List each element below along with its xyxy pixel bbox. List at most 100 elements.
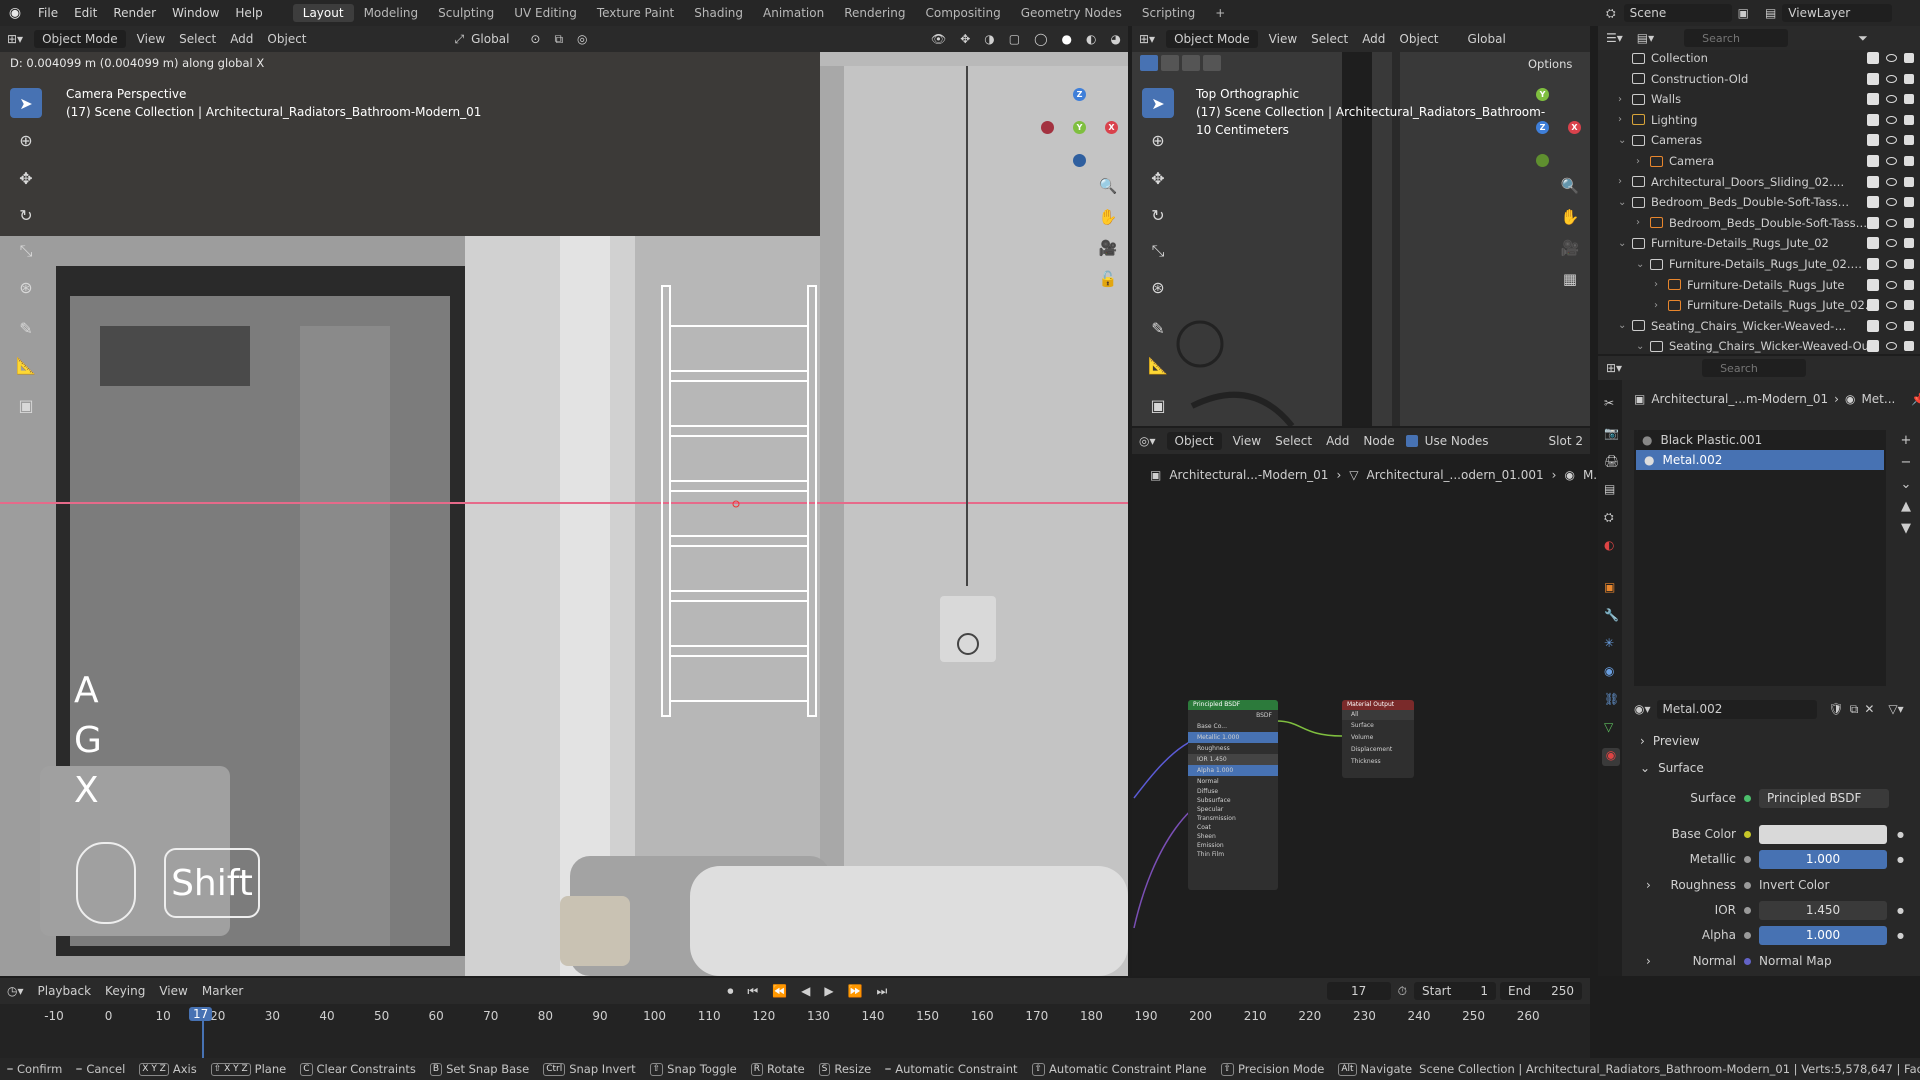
outliner-item[interactable]: › Architectural_Doors_Sliding_02.001 [1610,172,1920,192]
view-layer-tab-icon[interactable]: ▤ [1604,482,1615,496]
mode-selector[interactable]: Object Mode [34,30,126,48]
exclude-checkbox[interactable] [1867,237,1879,250]
tab-scripting[interactable]: Scripting [1132,4,1205,22]
move-tool-icon[interactable]: ✥ [10,163,42,193]
eye-icon[interactable] [1886,157,1897,165]
menu-render[interactable]: Render [105,6,164,20]
exclude-checkbox[interactable] [1867,258,1879,270]
constraints-tab-icon[interactable]: ⛓ [1604,692,1619,706]
menu-file[interactable]: File [30,6,66,20]
bsdf-row[interactable]: Subsurface [1188,796,1278,805]
render-camera-icon[interactable] [1904,259,1914,269]
pin-icon[interactable]: 📌 [1911,392,1920,406]
menu-object-right[interactable]: Object [1392,32,1445,46]
render-camera-icon[interactable] [1904,135,1914,146]
menu-window[interactable]: Window [164,6,227,20]
base-color-swatch[interactable] [1759,824,1887,844]
render-camera-icon[interactable] [1904,300,1914,311]
outliner-item[interactable]: › Camera [1610,151,1920,171]
render-camera-icon[interactable] [1904,156,1914,166]
scale-tool-icon[interactable]: ⤡ [10,236,42,266]
scene-tab-icon[interactable]: ⛭ [1604,510,1614,525]
camera-right-icon[interactable]: 🎥 [1556,234,1584,262]
transform-tool-icon[interactable]: ⊛ [10,272,42,302]
snap-icon[interactable]: ⧉ [547,32,570,47]
move-slot-down-icon[interactable]: ▼ [1896,518,1916,540]
bsdf-row[interactable]: Thin Film [1188,850,1278,859]
exclude-checkbox[interactable] [1867,175,1879,188]
normal-link-field[interactable]: Normal Map [1759,954,1832,968]
timeline-view-menu[interactable]: View [152,984,194,998]
add-cube-tool-right-icon[interactable]: ▣ [1142,390,1174,420]
select-tool-right-icon[interactable]: ➤ [1142,88,1174,118]
keyframe-dot-icon[interactable]: ● [1897,906,1904,915]
outliner-item[interactable]: Collection [1610,48,1920,68]
bsdf-row[interactable]: IOR 1.450 [1188,754,1278,765]
expand-arrow-icon[interactable]: ⌄ [1636,259,1650,270]
eye-icon[interactable] [1886,280,1897,289]
expand-arrow-icon[interactable]: › [1618,176,1632,187]
material-tab-icon[interactable]: ◉ [1602,748,1620,766]
measure-tool-icon[interactable]: 📐 [10,350,42,380]
menu-select[interactable]: Select [172,32,223,46]
outliner-item[interactable]: › Walls [1610,89,1920,109]
scene-selector[interactable]: Scene [1623,4,1732,22]
render-camera-icon[interactable] [1904,341,1914,352]
measure-tool-right-icon[interactable]: 📐 [1142,350,1174,380]
tab-geometry-nodes[interactable]: Geometry Nodes [1011,4,1132,22]
particles-tab-icon[interactable]: ✳ [1604,636,1614,650]
principled-bsdf-node[interactable]: Principled BSDF BSDF Base Co... Metallic… [1188,700,1278,890]
tab-uv-editing[interactable]: UV Editing [504,4,587,22]
menu-help[interactable]: Help [227,6,270,20]
keyframe-dot-icon[interactable]: ● [1897,830,1904,839]
move-tool-right-icon[interactable]: ✥ [1142,163,1174,193]
exclude-checkbox[interactable] [1867,299,1879,312]
exclude-checkbox[interactable] [1867,72,1879,85]
ior-field[interactable]: 1.450 [1759,900,1887,920]
eye-icon[interactable] [1886,54,1897,62]
bsdf-row[interactable]: Base Co... [1188,721,1278,732]
cursor-tool-icon[interactable]: ⊕ [10,125,42,155]
add-cube-tool-icon[interactable]: ▣ [10,390,42,420]
eye-icon[interactable] [1886,95,1897,104]
surface-shader-field[interactable]: Principled BSDF [1759,788,1889,808]
eye-icon[interactable] [1886,239,1897,248]
tab-shading[interactable]: Shading [684,4,753,22]
play-icon[interactable]: ▶ [817,984,840,998]
tab-modeling[interactable]: Modeling [354,4,429,22]
outliner-item[interactable]: ⌄ Seating_Chairs_Wicker-Weaved-Ou [1610,336,1920,356]
outliner-item[interactable]: › Furniture-Details_Rugs_Jute_02. [1610,295,1920,315]
outliner-item[interactable]: › Furniture-Details_Rugs_Jute [1610,275,1920,295]
preview-panel[interactable]: › Preview [1640,730,1700,752]
menu-view-right[interactable]: View [1262,32,1304,46]
remove-slot-icon[interactable]: − [1896,452,1916,474]
output-tab-icon[interactable]: 🖨 [1604,454,1619,468]
expand-arrow-icon[interactable]: ⌄ [1636,341,1650,352]
material-name-field[interactable]: Metal.002 [1656,699,1817,719]
gizmo-z-axis-icon[interactable]: Z [1073,88,1086,101]
render-camera-icon[interactable] [1904,217,1914,228]
display-mode-icon[interactable]: ▤▾ [1637,31,1654,45]
expand-arrow-icon[interactable]: › [1636,156,1650,167]
keying-menu[interactable]: Keying [98,984,152,998]
editor-type-icon[interactable]: ⊞▾ [0,32,30,46]
exclude-checkbox[interactable] [1867,196,1879,209]
bsdf-row[interactable]: Roughness [1188,743,1278,754]
exclude-checkbox[interactable] [1867,93,1879,106]
render-camera-icon[interactable] [1904,73,1914,84]
expand-arrow-icon[interactable]: › [1618,94,1632,105]
data-tab-icon[interactable]: ▽ [1604,720,1613,734]
exclude-checkbox[interactable] [1867,52,1879,64]
next-keyframe-icon[interactable]: ⏩ [841,984,870,998]
shading-wire-icon[interactable]: ◯ [1027,32,1054,46]
auto-keying-icon[interactable]: ⏺ [720,984,740,999]
expand-arrow-icon[interactable]: › [1654,300,1668,311]
outliner-item[interactable]: Construction-Old [1610,69,1920,89]
view-layer-selector[interactable]: ViewLayer [1782,4,1893,22]
material-slot[interactable]: ● Black Plastic.001 [1634,430,1886,450]
blender-logo-icon[interactable]: ◉ [0,5,30,21]
pivot-icon[interactable]: ⊙ [523,32,547,46]
gizmo-toggle-icon[interactable]: ✥ [953,32,977,46]
lock-camera-icon[interactable]: 🔓 [1094,265,1122,293]
properties-search-input[interactable] [1702,359,1807,377]
